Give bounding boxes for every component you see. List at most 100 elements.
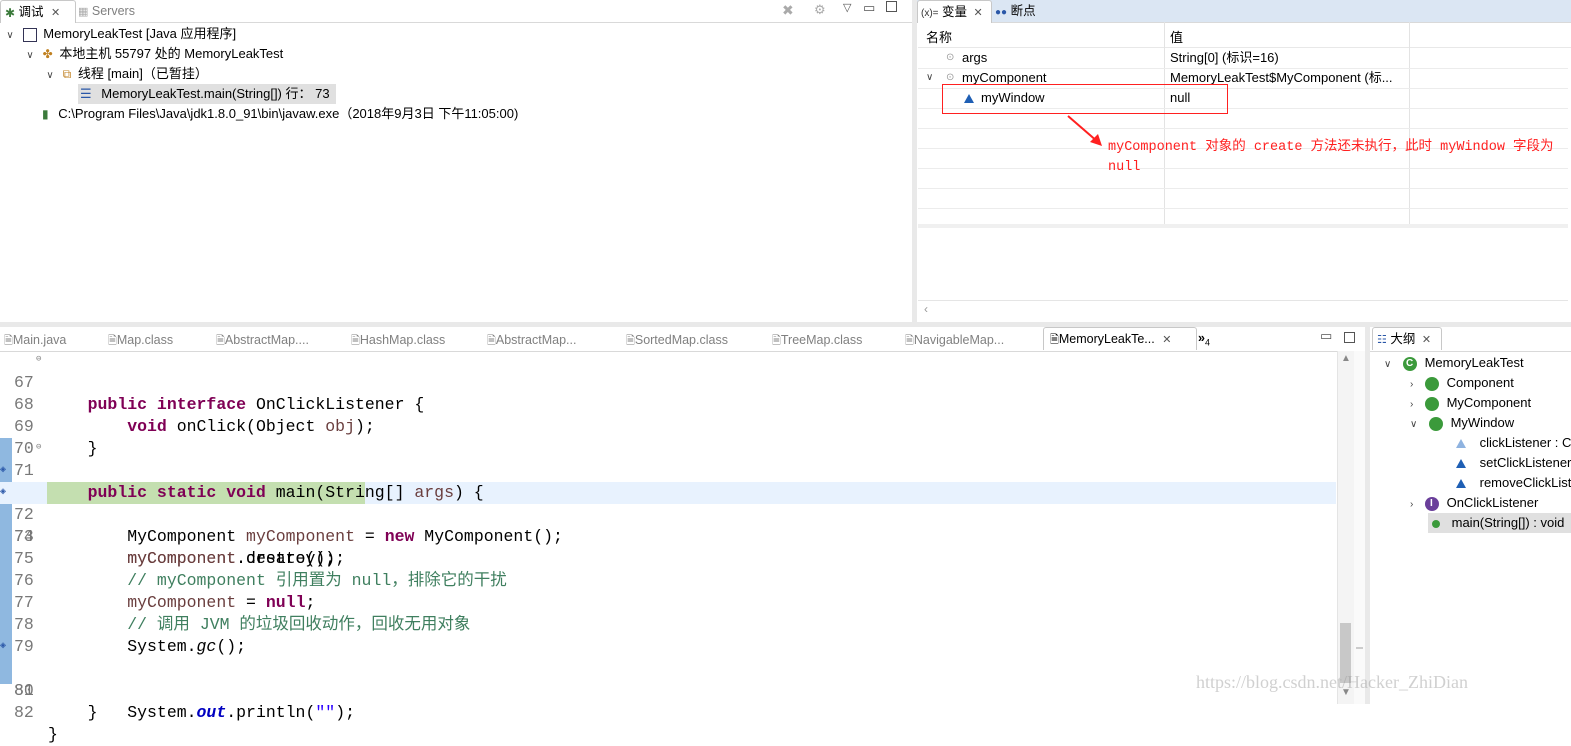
launch-node[interactable]: ∨ MemoryLeakTest [Java 应用程序] bbox=[4, 24, 236, 44]
outline-item-component[interactable]: › Component bbox=[1410, 373, 1514, 393]
field-icon bbox=[1456, 439, 1466, 449]
watermark: https://blog.csdn.net/Hacker_ZhiDian bbox=[1196, 672, 1468, 692]
threads-icon[interactable]: ⚙ bbox=[814, 2, 826, 18]
maximize-icon[interactable] bbox=[1344, 332, 1355, 343]
public-method-icon bbox=[1432, 519, 1440, 528]
outline-item-onclicklistener[interactable]: › I OnClickListener bbox=[1410, 493, 1538, 513]
close-icon[interactable]: ✕ bbox=[1422, 334, 1431, 346]
details-divider bbox=[918, 224, 1568, 228]
outline-tabbar: ☷ 大纲 ✕ bbox=[1370, 327, 1571, 352]
code-line: 78 System.gc(); bbox=[14, 615, 247, 656]
outline-item-removeclicklistener[interactable]: removeClickList bbox=[1456, 473, 1571, 493]
code-line: 82 } bbox=[14, 703, 58, 744]
code-line: 68 void onClick(Object obj); bbox=[14, 395, 375, 436]
tab-navigablemap-class[interactable]: 🗎NavigableMap... bbox=[905, 329, 1004, 351]
tab-treemap-class[interactable]: 🗎TreeMap.class bbox=[772, 329, 862, 351]
annotation-arrow bbox=[1067, 115, 1102, 146]
tab-outline[interactable]: ☷ 大纲 ✕ bbox=[1372, 327, 1442, 350]
debug-bug-icon: ✱ bbox=[5, 5, 16, 20]
fold-icon[interactable]: ⊖ bbox=[36, 348, 41, 370]
view-menu-icon[interactable]: ▽ bbox=[843, 1, 851, 14]
chevron-right-icon[interactable]: › bbox=[1410, 379, 1413, 390]
chevron-down-icon[interactable]: ∨ bbox=[44, 66, 56, 86]
minimize-icon[interactable]: ▭ bbox=[863, 0, 875, 16]
outline-item-mycomponent[interactable]: › MyComponent bbox=[1410, 393, 1531, 413]
tab-sortedmap-class[interactable]: 🗎SortedMap.class bbox=[626, 329, 728, 351]
debug-target-icon: ✤ bbox=[42, 47, 53, 61]
tab-servers[interactable]: ▦ Servers bbox=[78, 0, 148, 22]
outline-item-clicklistener[interactable]: clickListener : C bbox=[1456, 433, 1571, 453]
editor-vertical-scrollbar[interactable]: ▲ ▼ bbox=[1337, 351, 1354, 704]
tab-memoryleaktest[interactable]: 🗎MemoryLeakTe... ✕ bbox=[1043, 327, 1197, 350]
row-divider bbox=[918, 208, 1568, 209]
breakpoint-icon[interactable]: ◈ bbox=[0, 460, 6, 482]
variable-row-args[interactable]: ⊙ args String[0] (标识=16) bbox=[918, 48, 1568, 68]
minimize-icon[interactable]: ▭ bbox=[1320, 328, 1332, 344]
process-node[interactable]: ▮ C:\Program Files\Java\jdk1.8.0_91\bin\… bbox=[42, 104, 518, 124]
breakpoints-icon: ●● bbox=[995, 7, 1008, 18]
java-app-icon bbox=[22, 27, 37, 42]
row-divider bbox=[918, 128, 1568, 129]
scroll-up-icon[interactable]: ▲ bbox=[1341, 353, 1351, 364]
chevron-down-icon[interactable]: ∨ bbox=[4, 26, 16, 46]
code-area[interactable]: 67 ⊖ public interface OnClickListener { 6… bbox=[0, 348, 1336, 744]
debug-target-node[interactable]: ∨ ✤ 本地主机 55797 处的 MemoryLeakTest bbox=[24, 44, 283, 64]
horizontal-scrollbar[interactable]: ‹ bbox=[918, 300, 1568, 319]
code-line: 71 ⊖ public static void main(String[] arg… bbox=[0, 436, 1336, 502]
chevron-right-icon[interactable]: › bbox=[1410, 399, 1413, 410]
code-line: ◈ 80 System.out.println(""); bbox=[0, 636, 1336, 722]
column-value[interactable]: 值 bbox=[1170, 27, 1183, 46]
overview-ruler[interactable] bbox=[1354, 351, 1365, 704]
outline-item-memoryleaktest[interactable]: ∨ C MemoryLeakTest bbox=[1384, 353, 1524, 373]
close-icon[interactable]: ✕ bbox=[1162, 334, 1171, 346]
tab-map-class[interactable]: 🗎Map.class bbox=[108, 329, 173, 351]
class-file-icon: 🗎 bbox=[108, 335, 117, 347]
tab-abstractmap-class[interactable]: 🗎AbstractMap.... bbox=[216, 329, 309, 351]
tab-breakpoints[interactable]: ●● 断点 bbox=[995, 0, 1055, 22]
tab-overflow[interactable]: »4 bbox=[1198, 327, 1210, 349]
stack-frame-node[interactable]: ☰ MemoryLeakTest.main(String[]) 行： 73 bbox=[78, 84, 336, 104]
chevron-right-icon[interactable]: › bbox=[1410, 499, 1413, 510]
method-icon bbox=[1456, 459, 1466, 469]
ruler-marker bbox=[1356, 647, 1363, 649]
interface-icon: I bbox=[1424, 496, 1439, 511]
scroll-left-icon[interactable]: ‹ bbox=[924, 302, 928, 316]
method-icon bbox=[1456, 479, 1466, 489]
maximize-icon[interactable] bbox=[886, 1, 897, 12]
code-line: 67 ⊖ public interface OnClickListener { bbox=[0, 348, 1336, 414]
breakpoint-icon[interactable]: ◈ bbox=[0, 636, 6, 658]
tab-hashmap-class[interactable]: 🗎HashMap.class bbox=[351, 329, 445, 351]
class-file-icon: 🗎 bbox=[905, 335, 914, 347]
variables-icon: (x)= bbox=[921, 8, 939, 19]
code-line: 70 bbox=[14, 439, 34, 458]
close-icon[interactable]: ✕ bbox=[973, 7, 982, 19]
static-class-icon bbox=[1424, 396, 1439, 411]
class-file-icon: 🗎 bbox=[216, 335, 225, 347]
outline-item-main[interactable]: main(String[]) : void bbox=[1428, 513, 1571, 533]
code-line: 69 } bbox=[14, 417, 98, 458]
remove-terminated-icon[interactable]: ✖ bbox=[782, 2, 794, 19]
chevron-down-icon[interactable]: ∨ bbox=[926, 68, 933, 88]
column-name[interactable]: 名称 bbox=[926, 27, 952, 46]
chevron-down-icon[interactable]: ∨ bbox=[1410, 419, 1417, 430]
code-line-current: ◈ 73 myComponent.create(); bbox=[0, 482, 1336, 568]
code-line: 81 } bbox=[14, 681, 98, 722]
class-file-icon: 🗎 bbox=[772, 335, 781, 347]
abstract-class-icon bbox=[1424, 376, 1439, 391]
java-file-icon: 🗎 bbox=[1050, 334, 1059, 346]
tab-variables[interactable]: (x)= 变量 ✕ bbox=[917, 0, 992, 23]
fold-icon[interactable]: ⊖ bbox=[36, 436, 41, 458]
class-file-icon: 🗎 bbox=[626, 335, 635, 347]
chevron-down-icon[interactable]: ∨ bbox=[24, 46, 36, 66]
close-icon[interactable]: ✕ bbox=[51, 7, 60, 19]
outline-item-mywindow[interactable]: ∨ MyWindow bbox=[1410, 413, 1514, 433]
tab-debug[interactable]: ✱ 调试 ✕ bbox=[0, 0, 76, 23]
outline-icon: ☷ bbox=[1377, 334, 1387, 346]
outline-view: ☷ 大纲 ✕ ∨ C MemoryLeakTest › Component › … bbox=[1370, 327, 1571, 704]
servers-icon: ▦ bbox=[78, 6, 89, 18]
code-line: ◈ 72 MyComponent myComponent = new MyCom… bbox=[0, 460, 1336, 546]
tab-abstractmap-class-2[interactable]: 🗎AbstractMap... bbox=[487, 329, 576, 351]
thread-node[interactable]: ∨ ⧉ 线程 [main]（已暂挂） bbox=[44, 64, 208, 84]
outline-item-setclicklistener[interactable]: setClickListener bbox=[1456, 453, 1571, 473]
chevron-down-icon[interactable]: ∨ bbox=[1384, 359, 1391, 370]
